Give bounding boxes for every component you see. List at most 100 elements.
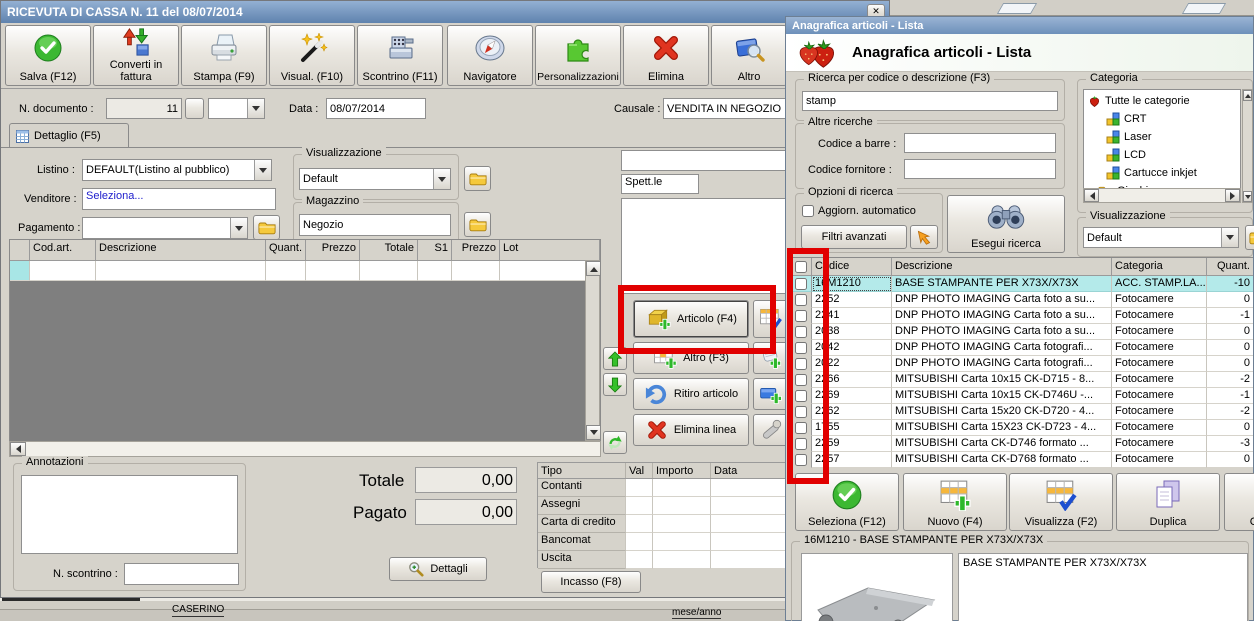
result-row[interactable]: 2269 MITSUBISHI Carta 10x15 CK-D746U -..… xyxy=(790,388,1253,404)
arrow-up-icon xyxy=(608,350,622,367)
elimina-button[interactable]: Elimina xyxy=(623,25,709,86)
background-partial-icon xyxy=(1181,3,1227,14)
codice-barre-label: Codice a barre : xyxy=(818,138,897,150)
tree-item-crt[interactable]: CRT xyxy=(1088,110,1240,128)
dettagli-button[interactable]: Dettagli xyxy=(389,557,487,581)
salva-button[interactable]: Salva (F12) xyxy=(5,25,91,86)
esegui-ricerca-button[interactable]: Esegui ricerca xyxy=(947,195,1065,253)
result-row[interactable]: 2266 MITSUBISHI Carta 10x15 CK-D715 - 8.… xyxy=(790,372,1253,388)
anagrafica-header: Anagrafica articoli - Lista xyxy=(786,34,1253,72)
tree-item-laser[interactable]: Laser xyxy=(1088,128,1240,146)
card-plus-icon xyxy=(759,383,783,405)
result-row[interactable]: 2259 MITSUBISHI Carta CK-D746 formato ..… xyxy=(790,436,1253,452)
result-row[interactable]: 2252 DNP PHOTO IMAGING Carta foto a su..… xyxy=(790,292,1253,308)
tab-dettaglio[interactable]: Dettaglio (F5) xyxy=(9,123,129,148)
result-row[interactable]: 2038 DNP PHOTO IMAGING Carta foto a su..… xyxy=(790,324,1253,340)
view-combo[interactable]: Default xyxy=(1083,227,1239,248)
magazzino-input[interactable] xyxy=(299,214,451,236)
strawberry-small-icon xyxy=(1088,95,1101,108)
articolo-button[interactable]: Articolo (F4) xyxy=(633,300,749,338)
visualizzazione-folder-button[interactable] xyxy=(464,166,491,191)
combo-arrow-icon[interactable] xyxy=(230,218,247,238)
n-documento-combo[interactable] xyxy=(208,98,265,119)
items-vscrollbar[interactable] xyxy=(585,260,601,441)
combo-arrow-icon[interactable] xyxy=(247,99,264,118)
select-all-checkbox[interactable] xyxy=(790,258,812,275)
totale-value: 0,00 xyxy=(415,467,517,493)
items-hscrollbar[interactable] xyxy=(9,441,601,457)
preview-description-box[interactable]: BASE STAMPANTE PER X73X/X73X xyxy=(958,553,1248,621)
data-input[interactable] xyxy=(326,98,426,119)
stampa-button[interactable]: Stampa (F9) xyxy=(181,25,267,86)
visualizza-button[interactable]: Visual. (F10) xyxy=(269,25,355,86)
n-scontrino-input[interactable] xyxy=(124,563,239,585)
n-documento-input[interactable] xyxy=(106,98,182,119)
result-row[interactable]: 2022 DNP PHOTO IMAGING Carta fotografi..… xyxy=(790,356,1253,372)
refresh-button[interactable] xyxy=(603,431,627,454)
duplicate-docs-icon xyxy=(1153,474,1183,515)
aggiorn-automatico-box[interactable] xyxy=(802,205,814,217)
altro-f3-button[interactable]: Altro (F3) xyxy=(633,342,749,374)
folder-icon xyxy=(1249,230,1254,245)
listino-combo[interactable]: DEFAULT(Listino al pubblico) xyxy=(82,159,272,181)
visualizzazione-combo[interactable]: Default xyxy=(299,168,451,190)
screen: CASERINO mese/anno RICEVUTA DI CASSA N. … xyxy=(0,0,1254,621)
collegamenti-button[interactable]: Collegame xyxy=(1224,473,1254,531)
view-folder-button[interactable] xyxy=(1245,225,1254,250)
combo-arrow-icon[interactable] xyxy=(433,169,450,189)
payment-row[interactable]: Bancomat xyxy=(538,533,789,551)
payment-row[interactable]: Carta di credito xyxy=(538,515,789,533)
filtri-avanzati-button[interactable]: Filtri avanzati xyxy=(801,225,907,249)
elimina-linea-button[interactable]: Elimina linea xyxy=(633,414,749,446)
ritiro-articolo-button[interactable]: Ritiro articolo xyxy=(633,378,749,410)
combo-arrow-icon[interactable] xyxy=(1221,228,1238,247)
aggiorn-automatico-checkbox[interactable]: Aggiorn. automatico xyxy=(802,205,916,217)
payment-row[interactable]: Assegni xyxy=(538,497,789,515)
categoria-tree[interactable]: Tutte le categorie CRT Laser LCD Cartucc… xyxy=(1083,89,1241,203)
anagrafica-titlebar[interactable]: Anagrafica articoli - Lista xyxy=(786,17,1253,34)
result-row[interactable]: 1755 MITSUBISHI Carta 15X23 CK-D723 - 4.… xyxy=(790,420,1253,436)
duplica-button[interactable]: Duplica xyxy=(1116,473,1220,531)
move-row-down-button[interactable] xyxy=(603,373,627,396)
codice-fornitore-input[interactable] xyxy=(904,159,1056,179)
altro-button[interactable]: Altro xyxy=(711,25,787,86)
incasso-button[interactable]: Incasso (F8) xyxy=(541,571,641,593)
tree-item-cartucce[interactable]: Cartucce inkjet xyxy=(1088,164,1240,182)
ricevuta-titlebar[interactable]: RICEVUTA DI CASSA N. 11 del 08/07/2014 xyxy=(1,1,889,23)
converti-fattura-button[interactable]: Converti in fattura xyxy=(93,25,179,86)
seleziona-button[interactable]: Seleziona (F12) xyxy=(795,473,899,531)
tree-item-lcd[interactable]: LCD xyxy=(1088,146,1240,164)
codice-fornitore-label: Codice fornitore : xyxy=(808,164,892,176)
categoria-hscrollbar[interactable] xyxy=(1083,188,1241,203)
items-empty-row[interactable] xyxy=(10,261,600,281)
nuovo-button[interactable]: Nuovo (F4) xyxy=(903,473,1007,531)
payment-row[interactable]: Contanti xyxy=(538,479,789,497)
result-row[interactable]: 2262 MITSUBISHI Carta 15x20 CK-D720 - 4.… xyxy=(790,404,1253,420)
move-row-up-button[interactable] xyxy=(603,347,627,370)
result-row[interactable]: 2042 DNP PHOTO IMAGING Carta fotografi..… xyxy=(790,340,1253,356)
arrow-down-icon xyxy=(608,377,622,393)
tree-item-root[interactable]: Tutte le categorie xyxy=(1088,92,1240,110)
puzzle-icon xyxy=(563,26,593,70)
venditore-field[interactable]: Seleziona... xyxy=(82,188,276,210)
annotazioni-textarea[interactable] xyxy=(21,475,238,554)
ricerca-input[interactable] xyxy=(802,91,1058,111)
result-row[interactable]: 2241 DNP PHOTO IMAGING Carta foto a su..… xyxy=(790,308,1253,324)
personalizzazioni-button[interactable]: Personalizzazioni xyxy=(535,25,621,86)
pagamento-folder-button[interactable] xyxy=(253,215,280,240)
pagamento-combo[interactable] xyxy=(82,217,248,239)
combo-arrow-icon[interactable] xyxy=(254,160,271,180)
navigatore-button[interactable]: Navigatore xyxy=(447,25,533,86)
categoria-vscrollbar[interactable] xyxy=(1242,89,1253,203)
result-row[interactable]: 16M1210 BASE STAMPANTE PER X73X/X73X ACC… xyxy=(790,276,1253,292)
filtri-arrow-button[interactable] xyxy=(910,225,938,249)
spettle-field[interactable]: Spett.le xyxy=(621,174,699,194)
codice-barre-input[interactable] xyxy=(904,133,1056,153)
delete-x-icon xyxy=(646,419,668,441)
scontrino-button[interactable]: Scontrino (F11) xyxy=(357,25,443,86)
n-documento-ellipsis-button[interactable] xyxy=(185,98,204,119)
payment-row[interactable]: Uscita xyxy=(538,551,789,569)
magazzino-folder-button[interactable] xyxy=(464,212,491,237)
result-row[interactable]: 2257 MITSUBISHI Carta CK-D768 formato ..… xyxy=(790,452,1253,468)
visualizza-f2-button[interactable]: Visualizza (F2) xyxy=(1009,473,1113,531)
